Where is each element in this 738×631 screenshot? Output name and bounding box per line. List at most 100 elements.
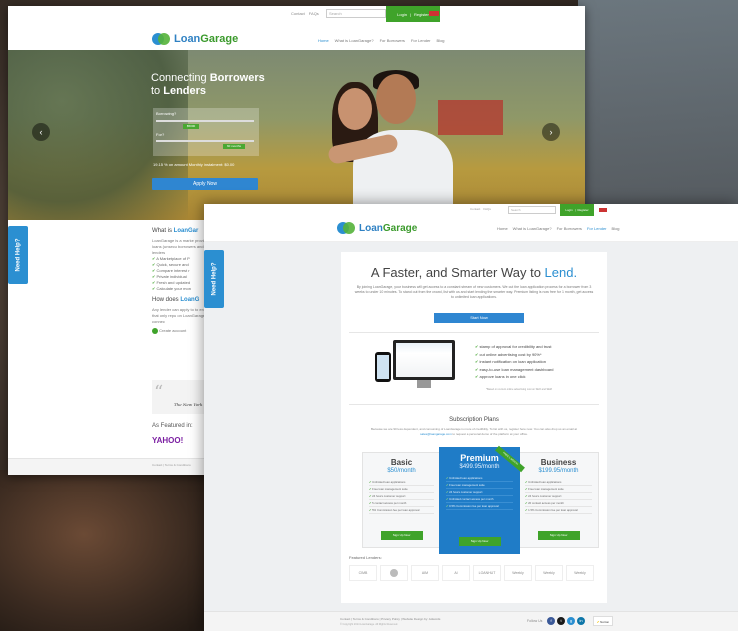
yahoo-logo: YAHOO! — [152, 436, 184, 445]
faqs-link[interactable]: FAQs — [483, 207, 491, 211]
linkedin-icon[interactable]: in — [577, 617, 585, 625]
norton-secured-badge: ✔ Norton — [593, 616, 613, 626]
nav-blog[interactable]: Blog — [612, 226, 620, 231]
term-slider[interactable] — [156, 140, 254, 142]
start-now-button[interactable]: Start Now — [434, 313, 524, 323]
list-item: Unlimited loan applications — [525, 479, 592, 486]
lender-logo[interactable]: Weekly — [566, 565, 594, 581]
logo-text: LoanGarage — [359, 222, 418, 234]
loangarage-logo[interactable]: LoanGarage — [337, 222, 417, 234]
search-input[interactable]: Search — [326, 9, 386, 18]
phone-icon — [375, 352, 391, 382]
what-is-heading: What is LoanGar — [152, 228, 199, 234]
apply-now-button[interactable]: Apply Now — [152, 178, 258, 190]
login-register-button[interactable]: Login | Register — [560, 204, 594, 216]
subscription-intro: Because we are 90 less dependent, and co… — [370, 427, 577, 436]
login-link[interactable]: Login — [397, 12, 407, 17]
list-item: Calculate your mon — [152, 286, 212, 292]
plan-features: Unlimited loan applications Free loan ma… — [525, 479, 592, 514]
logo-mark-icon — [152, 33, 170, 45]
nav-lender[interactable]: For Lender — [411, 38, 431, 43]
sign-up-button[interactable]: Sign Up Now — [380, 531, 423, 540]
lender-logo[interactable] — [380, 565, 408, 581]
follow-us-label: Follow Us — [527, 619, 543, 623]
google-plus-icon[interactable]: g — [567, 617, 575, 625]
intro-text: By joining LoanGarage, your business wil… — [354, 285, 594, 299]
separator: | — [409, 11, 411, 17]
language-flag-icon[interactable] — [429, 11, 439, 16]
for-label: For? — [156, 132, 165, 137]
list-item: 0.5% Commission fee per loan approval — [446, 503, 513, 510]
divider — [349, 404, 599, 405]
what-is-section: What is LoanGar LoanGarage is a marke pr… — [152, 228, 212, 334]
list-item: Unlimited loan applications — [369, 479, 434, 486]
facebook-icon[interactable]: f — [547, 617, 555, 625]
nav-what-is[interactable]: What is LoanGarage? — [513, 226, 552, 231]
hero-banner: Connecting Borrowers to Lenders Borrowin… — [8, 50, 585, 220]
list-item: 1.5% Commission fee per loan approval — [525, 507, 592, 514]
contact-link[interactable]: Contact — [291, 11, 305, 16]
footer-links[interactable]: Contact | Terms & Conditions | Privacy P… — [340, 617, 440, 621]
twitter-icon[interactable]: t — [557, 617, 565, 625]
chevron-right-icon[interactable]: › — [542, 123, 560, 141]
nav-what-is[interactable]: What is LoanGarage? — [335, 38, 374, 43]
plan-name: Basic — [390, 458, 413, 467]
language-flag-icon[interactable] — [599, 208, 607, 212]
top-bar: Contact FAQs Search Login | Register — [204, 204, 738, 216]
plan-card-basic: Basic $50/month Unlimited loan applicati… — [362, 452, 441, 548]
featured-in-label: As Featured in: — [152, 423, 193, 429]
term-value: 60 months — [223, 144, 245, 149]
login-link[interactable]: Login — [565, 208, 572, 212]
loangarage-logo[interactable]: LoanGarage — [152, 33, 238, 45]
sign-up-button[interactable]: Sign Up Now — [458, 537, 501, 546]
top-links: Contact FAQs — [291, 11, 319, 16]
lender-seal-icon — [390, 569, 398, 577]
nav-borrowers[interactable]: For Borrowers — [557, 226, 582, 231]
lender-logo[interactable]: Weekly — [504, 565, 532, 581]
list-item: instant notification on loan application — [475, 358, 554, 366]
what-is-text: LoanGarage is a marke provide loans (uns… — [152, 238, 209, 255]
monthly-instalment: 19.15 % on amount Monthly instalment: $0… — [153, 162, 235, 167]
list-item: cut online advertising cost by 90%* — [475, 351, 554, 359]
plan-price: $50/month — [387, 468, 416, 474]
plan-card-premium: FREE 1 MONTH Premium $499.95/month Unlim… — [439, 445, 525, 554]
need-help-tab[interactable]: Need Help? — [8, 226, 28, 284]
faqs-link[interactable]: FAQs — [309, 11, 319, 16]
footer-links[interactable]: Contact | Terms & Conditions — [152, 463, 191, 467]
quote-icon: “ — [154, 382, 164, 403]
list-item: Unlimited contact access per month — [446, 496, 513, 503]
step-icon — [152, 328, 158, 334]
hero-couple-photo — [326, 70, 458, 220]
nav-home[interactable]: Home — [497, 226, 508, 231]
nav-borrowers[interactable]: For Borrowers — [380, 38, 405, 43]
nav-blog[interactable]: Blog — [437, 38, 445, 43]
main-nav: Home What is LoanGarage? For Borrowers F… — [318, 38, 445, 43]
lender-logo[interactable]: LOANHUT — [473, 565, 501, 581]
nav-home[interactable]: Home — [318, 38, 329, 43]
borrowing-slider[interactable] — [156, 120, 254, 122]
divider — [349, 332, 599, 333]
chevron-left-icon[interactable]: ‹ — [32, 123, 50, 141]
hero-title: Connecting Borrowers to Lenders — [151, 72, 265, 97]
lender-logo[interactable]: AIM — [411, 565, 439, 581]
register-link[interactable]: Register — [414, 12, 429, 17]
nav-lender[interactable]: For Lender — [587, 226, 607, 231]
list-item: 24 hours customer support — [446, 489, 513, 496]
lender-logo[interactable]: CIMB — [349, 565, 377, 581]
contact-link[interactable]: Contact — [470, 207, 480, 211]
register-link[interactable]: Register — [577, 208, 588, 212]
search-input[interactable]: Search — [508, 206, 556, 214]
sign-up-button[interactable]: Sign Up Now — [537, 531, 580, 540]
subscription-title: Subscription Plans — [449, 417, 499, 423]
plan-name: Business — [540, 458, 577, 467]
lender-logo[interactable]: Weekly — [535, 565, 563, 581]
benefit-footnote: *Based on current online advertising cos… — [486, 388, 552, 391]
top-bar: Contact FAQs Search Login | Register — [8, 6, 585, 22]
sales-email-link[interactable]: sales@loangarage.com — [420, 432, 452, 436]
lender-logo[interactable]: AI — [442, 565, 470, 581]
benefits-list: stamp of approval for credibility and tr… — [475, 343, 554, 381]
list-item: Unlimited loan applications — [446, 475, 513, 482]
logo-text: LoanGarage — [174, 33, 239, 45]
footer: Contact | Terms & Conditions | Privacy P… — [204, 611, 738, 631]
need-help-tab[interactable]: Need Help? — [204, 250, 224, 308]
